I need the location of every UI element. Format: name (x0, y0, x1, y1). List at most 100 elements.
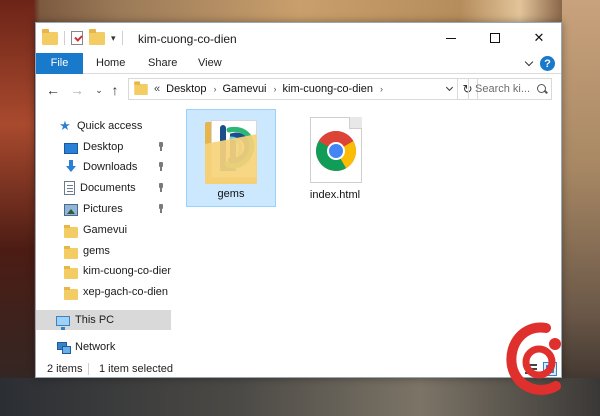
explorer-window: ▾ kim-cuong-co-dien ✕ File Home Share Vi… (35, 22, 562, 378)
close-button[interactable]: ✕ (517, 23, 561, 53)
navigation-bar: ← → ⌄ ↑ « Desktop › Gamevui › kim-cuong-… (36, 75, 561, 105)
toolbar-divider (64, 31, 65, 45)
sidebar-item-label: This PC (75, 314, 115, 326)
properties-icon[interactable] (71, 31, 83, 45)
new-folder-icon[interactable] (89, 28, 105, 45)
chrome-icon (316, 131, 356, 171)
star-icon: ★ (59, 118, 71, 133)
background-right-building (562, 0, 600, 416)
search-icon (537, 84, 547, 94)
breadcrumb-kim-cuong-co-dien[interactable]: kim-cuong-co-dien (283, 83, 373, 95)
maximize-button[interactable] (473, 23, 517, 53)
sidebar-item-label: xep-gach-co-dien (83, 286, 168, 298)
sidebar-item-xep-gach-co-dien[interactable]: xep-gach-co-dien (36, 282, 171, 302)
tab-home[interactable]: Home (96, 53, 125, 74)
file-item-gems[interactable]: gems (186, 109, 276, 207)
address-dropdown-button[interactable] (441, 79, 457, 99)
status-bar: 2 items 1 item selected (36, 359, 561, 377)
item-count: 2 items (47, 363, 83, 375)
tab-view[interactable]: View (198, 53, 222, 74)
maximize-icon (490, 33, 500, 43)
sidebar-item-label: gems (83, 245, 110, 257)
window-controls: ✕ (429, 23, 561, 53)
folder-icon (64, 224, 78, 238)
ribbon-controls: ? (524, 56, 555, 71)
breadcrumb-separator-icon[interactable]: › (274, 84, 277, 94)
navigation-pane: ★ Quick access Desktop Downloads Documen… (36, 105, 171, 355)
arrow-up-icon: ↑ (111, 82, 119, 98)
selection-count: 1 item selected (99, 363, 173, 375)
sidebar-item-label: Network (75, 341, 116, 353)
chevron-down-icon (445, 83, 454, 92)
sidebar-item-documents[interactable]: Documents (36, 178, 171, 198)
folder-icon (64, 245, 78, 259)
breadcrumb-desktop[interactable]: Desktop (166, 83, 206, 95)
file-name: gems (217, 188, 245, 200)
status-divider (88, 363, 89, 375)
minimize-icon (446, 37, 456, 39)
sidebar-item-network[interactable]: Network (36, 337, 171, 357)
chevron-down-icon: ⌄ (95, 84, 103, 95)
up-button[interactable]: ↑ (106, 81, 124, 99)
network-icon (56, 340, 71, 354)
sidebar-item-label: Desktop (83, 141, 124, 153)
pin-icon (157, 204, 165, 214)
arrow-right-icon: → (70, 82, 84, 98)
sidebar-item-label: kim-cuong-co-dien (83, 265, 171, 277)
page-fold (349, 117, 362, 129)
title-bar[interactable]: ▾ kim-cuong-co-dien ✕ (36, 23, 561, 53)
folder-icon (42, 28, 58, 45)
pin-icon (157, 183, 165, 193)
breadcrumb-gamevui[interactable]: Gamevui (222, 83, 266, 95)
download-icon (64, 160, 78, 174)
search-placeholder: Search ki... (475, 83, 531, 95)
tab-share[interactable]: Share (148, 53, 177, 74)
minimize-button[interactable] (429, 23, 473, 53)
sidebar-item-kim-cuong-co-dien[interactable]: kim-cuong-co-dien (36, 261, 171, 281)
pin-icon (157, 162, 165, 172)
breadcrumb-separator-icon[interactable]: › (380, 84, 383, 94)
sidebar-item-label: Pictures (83, 203, 123, 215)
sidebar-item-this-pc[interactable]: This PC (36, 310, 171, 330)
ribbon-tabs: File Home Share View ? (36, 53, 561, 74)
sidebar-item-label: Gamevui (83, 224, 128, 236)
sidebar-item-label: Documents (80, 182, 136, 194)
desktop-icon (64, 142, 78, 154)
quick-access-toolbar: ▾ (42, 28, 123, 45)
arrow-left-icon: ← (46, 82, 60, 98)
file-view[interactable]: gems index.html (176, 105, 561, 355)
folder-icon (64, 265, 78, 279)
site-logo-icon (506, 322, 561, 395)
folder-icon (134, 80, 148, 95)
breadcrumb-overflow[interactable]: « (154, 83, 160, 95)
sidebar-item-label: Downloads (83, 161, 138, 173)
sidebar-item-desktop[interactable]: Desktop (36, 137, 171, 157)
pictures-icon (64, 204, 78, 216)
documents-icon (64, 181, 75, 195)
pc-icon (56, 316, 70, 330)
sidebar-item-downloads[interactable]: Downloads (36, 157, 171, 177)
toolbar-divider (121, 31, 123, 45)
customize-toolbar-icon[interactable]: ▾ (111, 33, 116, 44)
search-input[interactable]: Search ki... (468, 78, 552, 100)
sidebar-item-gamevui[interactable]: Gamevui (36, 220, 171, 240)
window-title: kim-cuong-co-dien (138, 32, 237, 46)
sidebar-item-pictures[interactable]: Pictures (36, 199, 171, 219)
breadcrumb-separator-icon[interactable]: › (213, 84, 216, 94)
pin-icon (157, 142, 165, 152)
folder-preview-icon (205, 120, 261, 184)
sidebar-item-gems[interactable]: gems (36, 241, 171, 261)
folder-icon (64, 286, 78, 300)
expand-ribbon-icon[interactable] (524, 57, 534, 67)
close-icon: ✕ (533, 30, 545, 45)
background-left-building (0, 0, 34, 416)
help-icon[interactable]: ? (540, 56, 555, 71)
sidebar-item-label: Quick access (77, 120, 143, 132)
forward-button[interactable]: → (68, 81, 86, 99)
file-name: index.html (309, 189, 361, 201)
file-item-index-html[interactable]: index.html (290, 109, 380, 207)
sidebar-item-quick-access[interactable]: ★ Quick access (36, 116, 171, 136)
address-bar[interactable]: « Desktop › Gamevui › kim-cuong-co-dien … (128, 78, 458, 100)
back-button[interactable]: ← (44, 81, 62, 99)
tab-file[interactable]: File (36, 53, 83, 74)
